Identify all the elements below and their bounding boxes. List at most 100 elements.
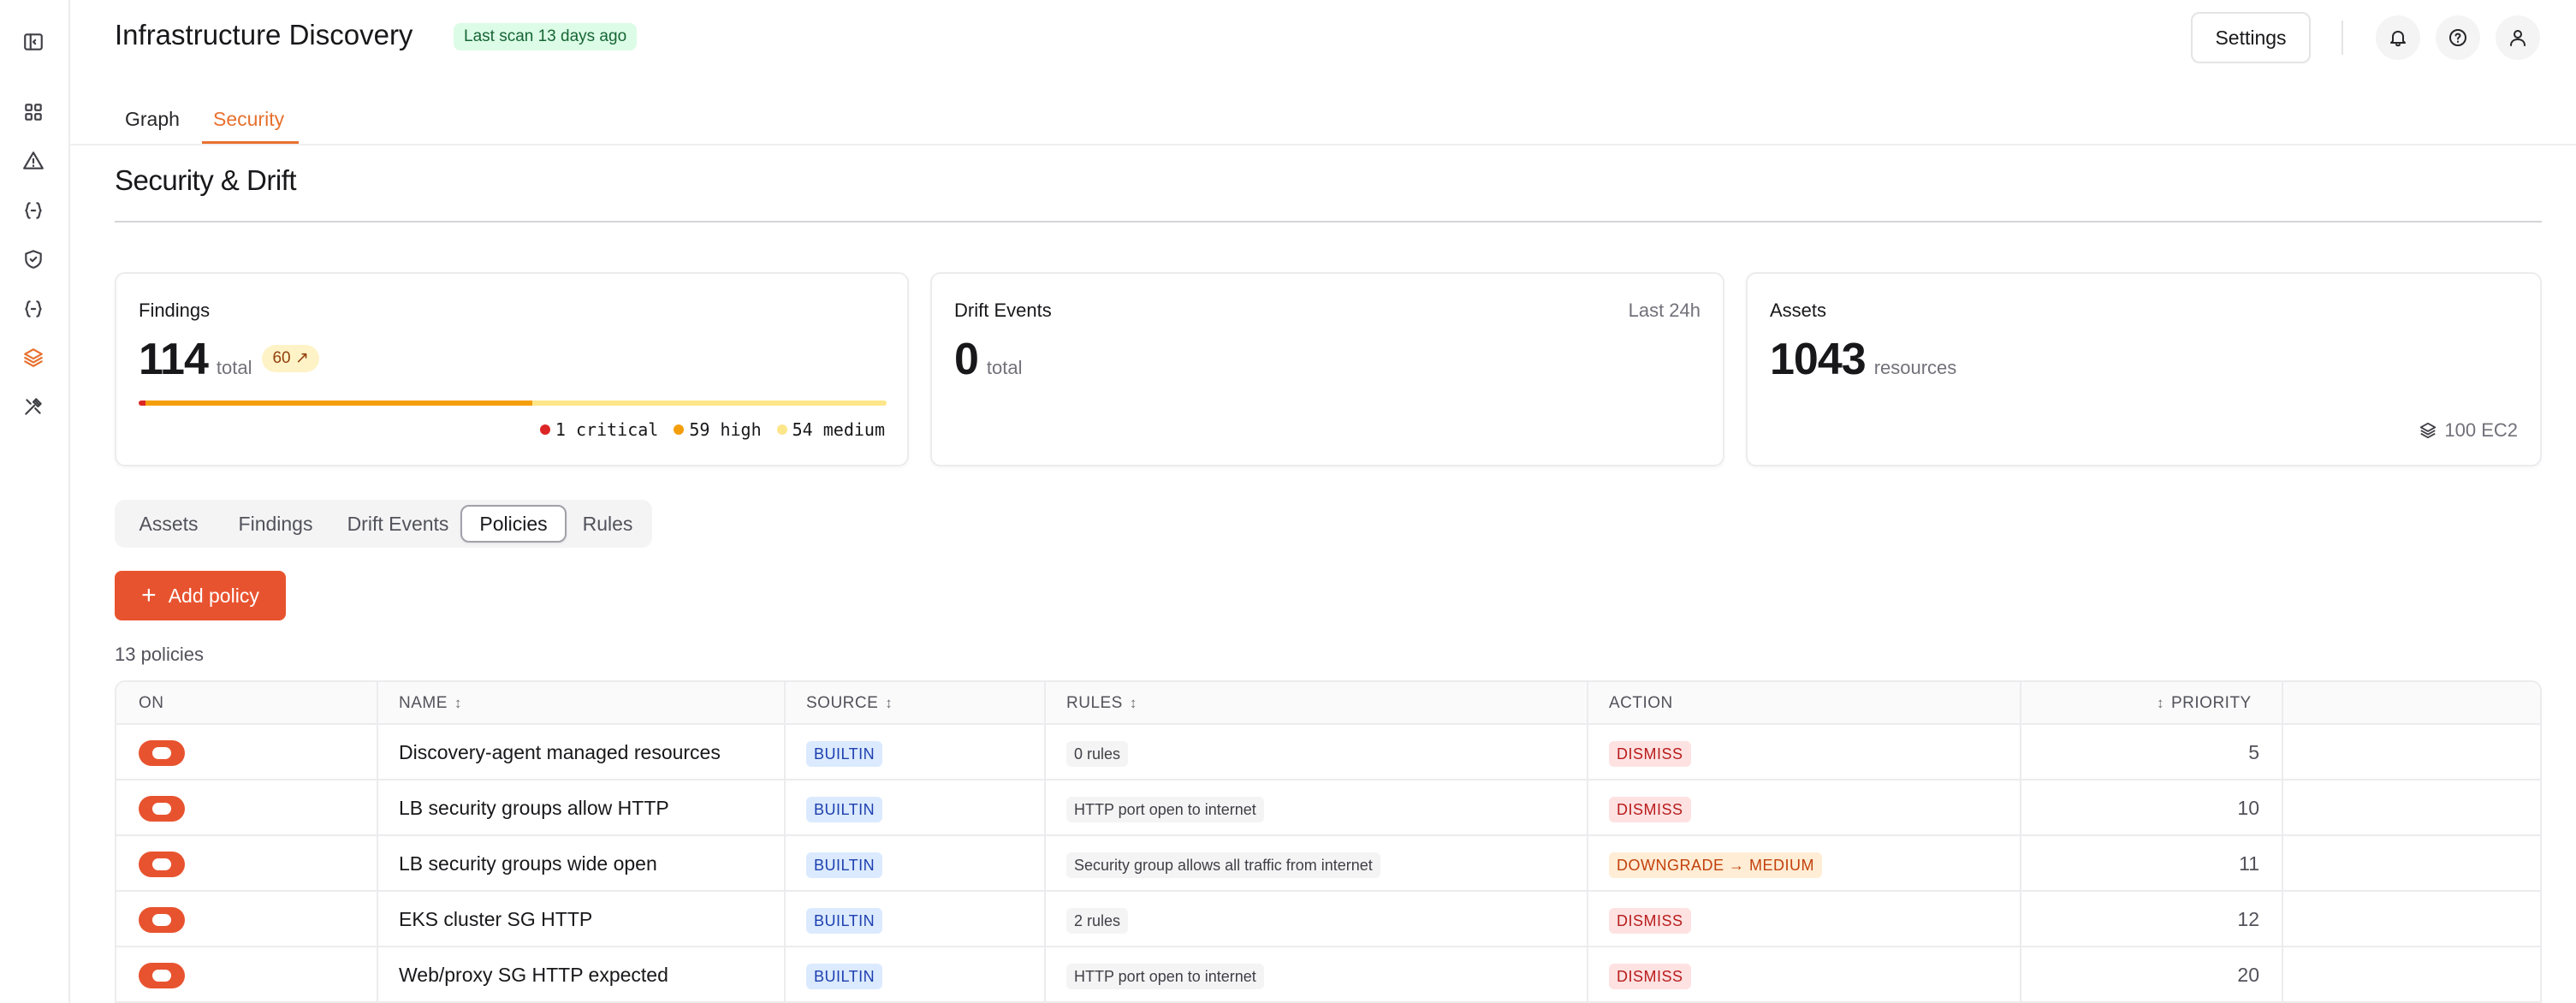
rules-badge: 2 rules (1066, 907, 1129, 934)
findings-count: 114 (139, 335, 209, 384)
policy-toggle[interactable] (139, 963, 185, 988)
tab-security[interactable]: Security (213, 108, 284, 131)
policy-rules-cell: HTTP port open to internet (1066, 947, 1264, 1003)
table-row[interactable]: Discovery-agent managed resources BUILTIN… (116, 725, 2540, 780)
sort-icon: ↕ (1129, 695, 1137, 711)
col-name[interactable]: NAME ↕ (399, 682, 462, 725)
assets-count: 1043 (1770, 335, 1867, 384)
severity-critical: 1 critical (539, 419, 658, 440)
ec2-count: 100 EC2 (2419, 419, 2518, 442)
col-on: ON (139, 682, 164, 725)
subtab-assets[interactable]: Assets (122, 505, 216, 543)
policy-priority: 10 (2237, 797, 2259, 819)
table-row[interactable]: LB security groups allow HTTP BUILTIN HTTP… (116, 780, 2540, 836)
bell-icon[interactable] (2376, 15, 2420, 60)
policy-action-cell: DISMISS (1609, 725, 1691, 780)
grid-icon[interactable] (21, 99, 46, 125)
policy-source-cell: BUILTIN (806, 836, 883, 892)
severity-high: 59 high (674, 419, 762, 440)
add-policy-button[interactable]: + Add policy (115, 571, 286, 620)
severity-medium-label: 54 medium (792, 419, 885, 440)
last-scan-badge: Last scan 13 days ago (454, 23, 638, 50)
severity-medium: 54 medium (776, 419, 885, 440)
severity-bar (139, 401, 887, 406)
policy-action-cell: DOWNGRADE → MEDIUM (1609, 836, 1822, 892)
policy-name[interactable]: LB security groups allow HTTP (399, 780, 669, 836)
policy-source-cell: BUILTIN (806, 780, 883, 836)
findings-value: 114 total 60 ↗ (139, 334, 319, 385)
action-badge: DOWNGRADE → MEDIUM (1609, 852, 1822, 878)
action-badge: DISMISS (1609, 963, 1691, 989)
settings-button[interactable]: Settings (2191, 12, 2311, 63)
policy-toggle[interactable] (139, 740, 185, 766)
drift-value: 0 total (954, 334, 1023, 385)
code-braces-icon[interactable] (21, 296, 46, 322)
policy-toggle[interactable] (139, 852, 185, 877)
policy-source-cell: BUILTIN (806, 947, 883, 1003)
policy-name[interactable]: Web/proxy SG HTTP expected (399, 947, 668, 1003)
subtab-rules[interactable]: Rules (570, 505, 645, 543)
user-icon[interactable] (2496, 15, 2540, 60)
policy-source-cell: BUILTIN (806, 892, 883, 947)
code-braces-icon[interactable] (21, 198, 46, 223)
subtab-drift-events[interactable]: Drift Events (334, 505, 462, 543)
policy-action-cell: DISMISS (1609, 780, 1691, 836)
policy-name[interactable]: LB security groups wide open (399, 836, 657, 892)
subtab-findings[interactable]: Findings (221, 505, 330, 543)
rules-badge: Security group allows all traffic from i… (1066, 852, 1380, 878)
shield-check-icon[interactable] (21, 246, 46, 272)
col-rules-label: RULES (1066, 694, 1123, 712)
drift-period: Last 24h (1628, 300, 1701, 321)
rules-badge: 0 rules (1066, 740, 1129, 767)
source-badge: BUILTIN (806, 963, 883, 989)
subtab-policies[interactable]: Policies (460, 505, 567, 543)
source-badge: BUILTIN (806, 907, 883, 934)
sidebar (0, 0, 70, 1003)
page-title: Infrastructure Discovery (115, 19, 413, 50)
policy-name[interactable]: Discovery-agent managed resources (399, 725, 721, 780)
policy-priority: 20 (2237, 964, 2259, 986)
layers-icon[interactable] (21, 345, 46, 371)
tabs-divider (70, 144, 2576, 145)
add-policy-label: Add policy (168, 584, 259, 607)
policy-toggle[interactable] (139, 907, 185, 933)
col-action-label: ACTION (1609, 694, 1673, 712)
policies-table: ON NAME ↕ SOURCE ↕ RULES ↕ ACTION ↕ PRIORITY… (115, 680, 2542, 1003)
sort-icon: ↕ (454, 695, 462, 711)
sort-icon: ↕ (885, 695, 893, 711)
col-source[interactable]: SOURCE ↕ (806, 682, 893, 725)
col-rules[interactable]: RULES ↕ (1066, 682, 1137, 725)
policy-name[interactable]: EKS cluster SG HTTP (399, 892, 592, 947)
findings-trend-badge: 60 ↗ (262, 345, 319, 373)
tools-icon[interactable] (21, 394, 46, 419)
severity-bar-critical (139, 401, 145, 406)
col-priority[interactable]: ↕ PRIORITY (2157, 682, 2252, 725)
findings-unit: total (216, 357, 252, 378)
policy-priority: 11 (2239, 852, 2259, 875)
source-badge: BUILTIN (806, 740, 883, 767)
assets-label: Assets (1770, 300, 1827, 321)
help-icon[interactable] (2436, 15, 2480, 60)
section-title: Security & Drift (115, 164, 297, 196)
table-row[interactable]: EKS cluster SG HTTP BUILTIN 2 rules DISMISS… (116, 892, 2540, 947)
assets-value: 1043 resources (1770, 334, 1956, 385)
assets-card: Assets 1043 resources 100 EC2 (1746, 272, 2542, 466)
source-badge: BUILTIN (806, 796, 883, 822)
table-row[interactable]: Web/proxy SG HTTP expected BUILTIN HTTP po… (116, 947, 2540, 1003)
policy-rules-cell: 0 rules (1066, 725, 1129, 780)
table-row[interactable]: LB security groups wide open BUILTIN Secur… (116, 836, 2540, 892)
policy-priority: 5 (2248, 741, 2259, 763)
high-dot (674, 424, 685, 435)
tab-graph[interactable]: Graph (125, 108, 180, 131)
severity-bar-high (145, 401, 532, 406)
policy-toggle[interactable] (139, 796, 185, 822)
alert-triangle-icon[interactable] (21, 148, 46, 174)
col-source-label: SOURCE (806, 694, 879, 712)
col-action: ACTION (1609, 682, 1673, 725)
assets-unit: resources (1873, 357, 1957, 378)
sort-icon: ↕ (2157, 695, 2164, 711)
findings-card: Findings 114 total 60 ↗ 1 critical 59 high… (115, 272, 909, 466)
sidebar-toggle-icon[interactable] (21, 29, 46, 55)
critical-dot (539, 424, 550, 435)
source-badge: BUILTIN (806, 852, 883, 878)
